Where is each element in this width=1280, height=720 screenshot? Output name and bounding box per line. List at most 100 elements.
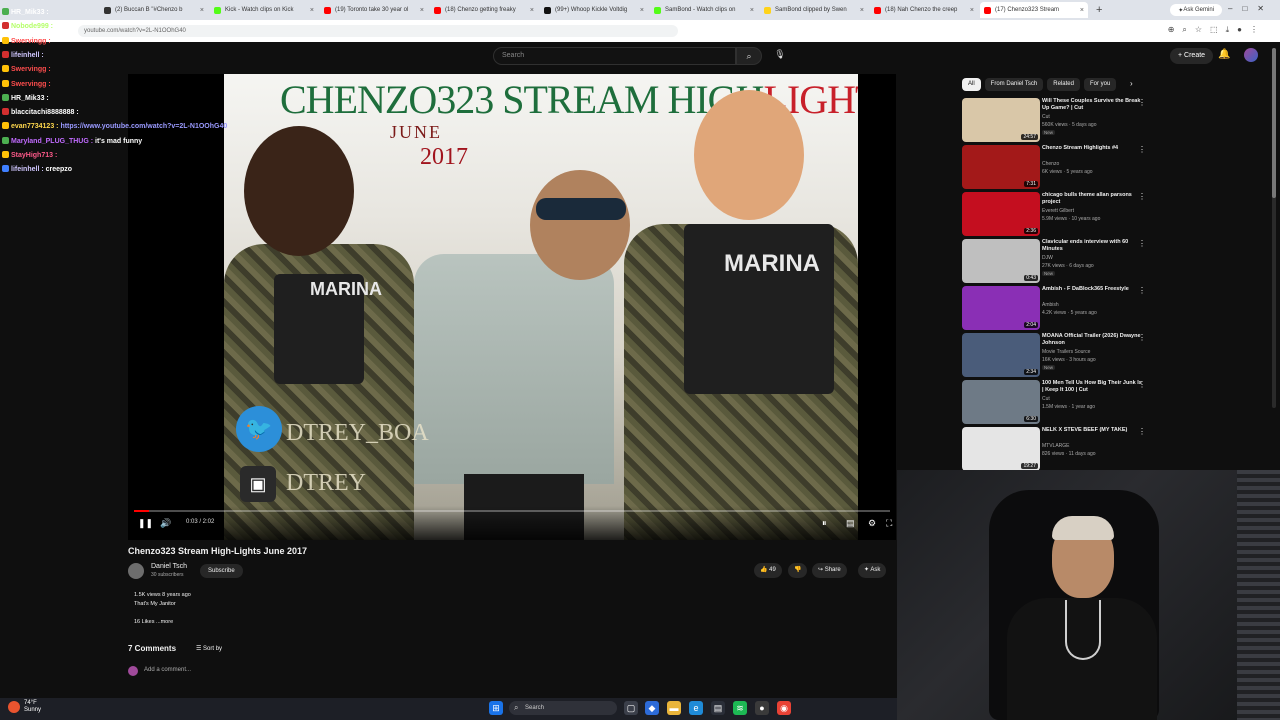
copilot-icon[interactable]: ◆ [645, 701, 659, 715]
channel-avatar[interactable] [128, 563, 144, 579]
like-button[interactable]: 👍 49 [754, 563, 782, 578]
url-field[interactable]: youtube.com/watch?v=2L-N1OOhG40 [78, 25, 678, 37]
filter-chip[interactable]: From Daniel Tsch [984, 78, 1044, 91]
microphone-icon[interactable]: 🎙 [773, 49, 787, 63]
create-button[interactable]: + Create [1170, 48, 1214, 64]
browser-tab[interactable]: (2) Buccan B "#Chenzo b × [100, 2, 208, 18]
weather-widget[interactable]: 74°F Sunny [24, 700, 41, 714]
tab-close-icon[interactable]: × [310, 7, 314, 14]
more-options-icon[interactable]: ⋮ [1138, 239, 1146, 248]
tab-close-icon[interactable]: × [860, 7, 864, 14]
recommended-thumbnail[interactable]: 24:57 [962, 98, 1040, 142]
chat-username[interactable]: HR_Mik33 : [11, 9, 49, 16]
address-bar-icons[interactable]: ⊕⌕☆⬚⤓●⋮ [1168, 25, 1266, 35]
new-tab-button[interactable]: + [1096, 4, 1102, 16]
recommended-title[interactable]: 100 Men Tell Us How Big Their Junk Is | … [1042, 380, 1142, 394]
tab-close-icon[interactable]: × [200, 7, 204, 14]
windows-start-icon[interactable]: ⊞ [489, 701, 503, 715]
tab-close-icon[interactable]: × [970, 7, 974, 14]
recommended-title[interactable]: chicago bulls theme allan parsons projec… [1042, 192, 1142, 206]
ask-gemini-button[interactable]: ✦ Ask Gemini [1170, 4, 1222, 16]
obs-icon[interactable]: ● [755, 701, 769, 715]
browser-tab[interactable]: SamBond clipped by Swen × [760, 2, 868, 18]
recommended-title[interactable]: MOANA Official Trailer (2026) Dwayne Joh… [1042, 333, 1142, 347]
recommended-title[interactable]: NELK X STEVE BEEF (MY TAKE) [1042, 427, 1142, 434]
tab-close-icon[interactable]: × [640, 7, 644, 14]
chat-username[interactable]: Swervingg : [11, 66, 51, 73]
more-options-icon[interactable]: ⋮ [1138, 286, 1146, 295]
recommended-title[interactable]: Chenzo Stream Highlights #4 [1042, 145, 1142, 152]
chat-username[interactable]: lifeinhell : [11, 52, 44, 59]
account-avatar[interactable] [1244, 48, 1258, 62]
recommended-channel[interactable]: Chenzo [1042, 161, 1059, 167]
tab-close-icon[interactable]: × [530, 7, 534, 14]
settings-gear-icon[interactable]: ⚙ [868, 518, 876, 529]
add-comment-input[interactable]: Add a comment... [144, 667, 191, 673]
tab-close-icon[interactable]: × [750, 7, 754, 14]
chat-text[interactable]: https://www.youtube.com/watch?v=2L-N1OOh… [60, 123, 227, 130]
recommended-channel[interactable]: DJW [1042, 255, 1053, 261]
browser-tab[interactable]: (18) Chenzo getting freaky × [430, 2, 538, 18]
weather-icon[interactable] [8, 701, 20, 713]
more-options-icon[interactable]: ⋮ [1138, 380, 1146, 389]
recommended-title[interactable]: Will These Couples Survive the Break Up … [1042, 98, 1142, 112]
share-button[interactable]: ↪ Share [812, 563, 847, 578]
recommended-thumbnail[interactable]: 7:31 [962, 145, 1040, 189]
more-options-icon[interactable]: ⋮ [1138, 145, 1146, 154]
store-icon[interactable]: ▤ [711, 701, 725, 715]
recommended-channel[interactable]: Cut [1042, 396, 1050, 402]
recommended-thumbnail[interactable]: 0:43 [962, 239, 1040, 283]
recommended-channel[interactable]: MTVLARGE [1042, 443, 1070, 449]
chat-username[interactable]: Maryland_PLUG_THUG : [11, 138, 93, 145]
subscribe-button[interactable]: Subscribe [200, 564, 243, 578]
more-options-icon[interactable]: ⋮ [1138, 98, 1146, 107]
task-view-icon[interactable]: ▢ [624, 701, 638, 715]
recommended-thumbnail[interactable]: 2:04 [962, 286, 1040, 330]
tab-close-icon[interactable]: × [420, 7, 424, 14]
recommended-video[interactable]: 19:27 NELK X STEVE BEEF (MY TAKE) MTVLARGE… [962, 427, 1152, 471]
progress-bar[interactable] [134, 510, 890, 512]
recommended-channel[interactable]: Cut [1042, 114, 1050, 120]
autoplay-toggle-icon[interactable]: ⏸ [822, 518, 827, 529]
fullscreen-icon[interactable]: ⛶ [886, 518, 892, 529]
channel-name[interactable]: Daniel Tsch [151, 563, 187, 570]
description-more[interactable]: 16 Likes ...more [134, 619, 173, 625]
ask-button[interactable]: ✦ Ask [858, 563, 887, 578]
chrome-icon[interactable]: ◉ [777, 701, 791, 715]
chat-username[interactable]: Nobode999 : [11, 23, 53, 30]
filter-chip[interactable]: All [962, 78, 981, 91]
filter-chip[interactable]: For you [1083, 78, 1117, 91]
recommended-video[interactable]: 2:04 Ambish - F DaBlock365 Freestyle Ambis… [962, 286, 1152, 330]
browser-tab[interactable]: Kick - Watch clips on Kick × [210, 2, 318, 18]
spotify-icon[interactable]: ≋ [733, 701, 747, 715]
recommended-title[interactable]: Clavicular ends interview with 60 Minute… [1042, 239, 1142, 253]
video-player[interactable]: CHENZO323 STREAM HIGHLIGHTS JUNE 2017 MA… [128, 74, 896, 540]
browser-tab[interactable]: (19) Toronto take 30 year ol × [320, 2, 428, 18]
recommended-video[interactable]: 7:31 Chenzo Stream Highlights #4 Chenzo 6K … [962, 145, 1152, 189]
more-options-icon[interactable]: ⋮ [1138, 427, 1146, 436]
pause-icon[interactable]: ❚❚ [138, 518, 153, 529]
recommended-thumbnail[interactable]: 2:36 [962, 192, 1040, 236]
chevron-right-icon[interactable]: › [1130, 79, 1133, 88]
recommended-thumbnail[interactable]: 19:27 [962, 427, 1040, 471]
recommended-title[interactable]: Ambish - F DaBlock365 Freestyle [1042, 286, 1142, 293]
chat-username[interactable]: Swervingg : [11, 81, 51, 88]
file-explorer-icon[interactable]: ▬ [667, 701, 681, 715]
browser-tab[interactable]: (18) Nah Chenzo the creep × [870, 2, 978, 18]
browser-tab[interactable]: (17) Chenzo323 Stream × [980, 2, 1088, 18]
edge-icon[interactable]: e [689, 701, 703, 715]
chat-username[interactable]: HR_Mik33 : [11, 95, 49, 102]
window-controls[interactable]: –□✕ [1228, 4, 1274, 13]
notifications-bell-icon[interactable]: 🔔 [1218, 49, 1230, 60]
recommended-thumbnail[interactable]: 6:30 [962, 380, 1040, 424]
scrollbar-thumb[interactable] [1272, 48, 1276, 198]
browser-tab[interactable]: (99+) Whoop Kickle Voltdig × [540, 2, 648, 18]
recommended-video[interactable]: 2:36 chicago bulls theme allan parsons pr… [962, 192, 1152, 236]
search-input[interactable]: Search [493, 47, 736, 65]
recommended-video[interactable]: 24:57 Will These Couples Survive the Brea… [962, 98, 1152, 142]
chat-username[interactable]: blaccitachi8888888 : [11, 109, 79, 116]
filter-chip[interactable]: Related [1047, 78, 1080, 91]
sort-by-button[interactable]: ☰ Sort by [196, 645, 222, 652]
recommended-video[interactable]: 6:30 100 Men Tell Us How Big Their Junk I… [962, 380, 1152, 424]
dislike-button[interactable]: 👎 [788, 563, 808, 578]
